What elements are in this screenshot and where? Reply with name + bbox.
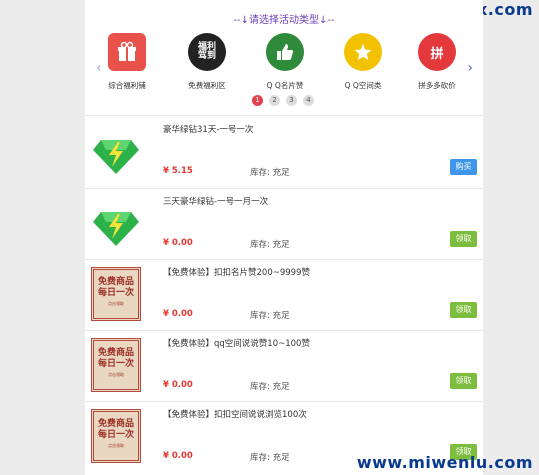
category-qq-card-like[interactable]: Q Q名片赞 [253, 33, 317, 91]
stamp-line2: 每日一次 [97, 430, 134, 440]
stamp-line3: 点击领取 [108, 443, 124, 448]
category-label: 综合福利铺 [108, 81, 146, 90]
category-free-welfare[interactable]: 福利 驾到 免费福利区 [175, 33, 239, 91]
free-stamp-icon: 免费商品 每日一次 点击领取 [91, 409, 141, 463]
product-name: 【免费体验】扣扣空间说说浏览100次 [163, 410, 307, 420]
category-label: Q Q名片赞 [266, 81, 304, 90]
welfare-icon-text: 福利 驾到 [197, 42, 216, 61]
product-stock: 库存: 充足 [250, 311, 290, 321]
category-prompt: --↓请选择活动类型↓-- [233, 15, 335, 26]
product-item[interactable]: 豪华绿钻31天-一号一次 ¥ 5.15 库存: 充足 购买 [85, 118, 483, 188]
divider [85, 401, 483, 402]
product-name: 【免费体验】扣扣名片赞200~9999赞 [163, 268, 310, 278]
divider [85, 330, 483, 331]
divider [85, 259, 483, 260]
stamp-line3: 点击领取 [108, 301, 124, 306]
product-price: ¥ 0.00 [163, 238, 193, 248]
stamp-line1: 免费商品 [97, 419, 134, 429]
product-item[interactable]: 免费商品 每日一次 点击领取 【免费体验】扣扣名片赞200~9999赞 ¥ 0.… [85, 261, 483, 331]
page-dot-2[interactable]: 2 [269, 95, 280, 106]
category-label: Q Q空间类 [344, 81, 382, 90]
gift-icon [108, 33, 146, 71]
product-price: ¥ 0.00 [163, 309, 193, 319]
product-price: ¥ 0.00 [163, 380, 193, 390]
pinduoduo-icon: 拼 [418, 33, 456, 71]
product-item[interactable]: 三天豪华绿钻-一号一月一次 ¥ 0.00 库存: 充足 领取 [85, 190, 483, 260]
welfare-icon: 福利 驾到 [188, 33, 226, 71]
product-panel: --↓请选择活动类型↓-- ‹ › 综合福利铺 福利 驾到 免费福利区 Q Q名… [85, 0, 483, 475]
star-icon [344, 33, 382, 71]
product-stock: 库存: 充足 [250, 168, 290, 178]
buy-button[interactable]: 购买 [450, 159, 477, 175]
claim-button[interactable]: 领取 [450, 302, 477, 318]
product-name: 三天豪华绿钻-一号一月一次 [163, 197, 269, 207]
page-dot-4[interactable]: 4 [303, 95, 314, 106]
claim-button[interactable]: 领取 [450, 373, 477, 389]
product-stock: 库存: 充足 [250, 382, 290, 392]
product-item[interactable]: 免费商品 每日一次 点击领取 【免费体验】qq空间说说赞10~100赞 ¥ 0.… [85, 332, 483, 402]
green-diamond-icon [91, 196, 141, 250]
free-stamp-icon: 免费商品 每日一次 点击领取 [91, 338, 141, 392]
product-name: 豪华绿钻31天-一号一次 [163, 125, 254, 135]
product-stock: 库存: 充足 [250, 453, 290, 463]
stamp-line1: 免费商品 [97, 348, 134, 358]
pinduoduo-icon-text: 拼 [430, 46, 444, 62]
stamp-line1: 免费商品 [97, 277, 134, 287]
carousel-pagination: 1 2 3 4 [252, 95, 314, 106]
stamp-line2: 每日一次 [97, 288, 134, 298]
category-qq-space[interactable]: Q Q空间类 [331, 33, 395, 91]
category-label: 拼多多砍价 [418, 81, 456, 90]
product-price: ¥ 0.00 [163, 451, 193, 461]
watermark-bottom: www.miwenlu.com [356, 453, 533, 472]
page-dot-3[interactable]: 3 [286, 95, 297, 106]
divider [85, 188, 483, 189]
category-label: 免费福利区 [188, 81, 226, 90]
divider [85, 115, 483, 116]
product-name: 【免费体验】qq空间说说赞10~100赞 [163, 339, 310, 349]
product-stock: 库存: 充足 [250, 240, 290, 250]
free-stamp-icon: 免费商品 每日一次 点击领取 [91, 267, 141, 321]
claim-button[interactable]: 领取 [450, 231, 477, 247]
green-diamond-icon [91, 124, 141, 178]
stamp-line3: 点击领取 [108, 372, 124, 377]
page-dot-1[interactable]: 1 [252, 95, 263, 106]
product-price: ¥ 5.15 [163, 166, 193, 176]
stamp-line2: 每日一次 [97, 359, 134, 369]
category-gift[interactable]: 综合福利铺 [95, 33, 159, 91]
category-pinduoduo[interactable]: 拼 拼多多砍价 [405, 33, 469, 91]
thumbs-up-icon [266, 33, 304, 71]
